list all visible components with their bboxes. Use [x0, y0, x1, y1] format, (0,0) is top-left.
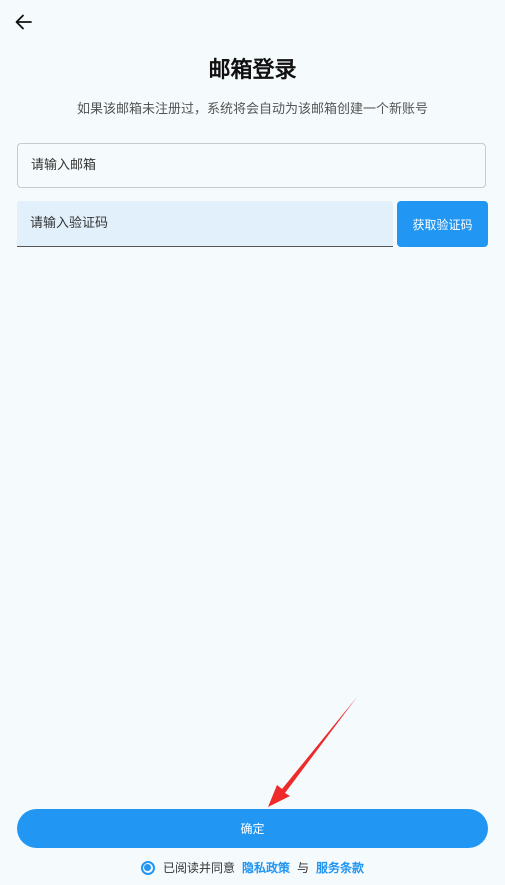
agreement-row: 已阅读并同意 隐私政策 与 服务条款 — [0, 859, 505, 876]
verification-code-input[interactable] — [17, 201, 393, 247]
terms-of-service-link[interactable]: 服务条款 — [316, 859, 364, 876]
annotation-arrow-shape — [268, 697, 357, 807]
get-code-button[interactable]: 获取验证码 — [397, 201, 488, 247]
agreement-text: 已阅读并同意 — [162, 861, 235, 875]
page-subtitle: 如果该邮箱未注册过，系统将会自动为该邮箱创建一个新账号 — [76, 102, 428, 117]
page-title: 邮箱登录 — [208, 58, 297, 83]
email-input[interactable] — [17, 143, 486, 188]
arrow-left-icon — [15, 14, 32, 30]
agreement-radio[interactable] — [140, 860, 155, 875]
confirm-button[interactable]: 确定 — [17, 809, 488, 848]
annotation-arrow — [268, 697, 357, 807]
back-button[interactable] — [10, 8, 38, 36]
privacy-policy-link[interactable]: 隐私政策 — [242, 859, 290, 876]
agreement-conjunction: 与 — [297, 861, 310, 875]
radio-checked-dot — [144, 864, 152, 871]
email-login-page: 邮箱登录 如果该邮箱未注册过，系统将会自动为该邮箱创建一个新账号 获取验证码 确… — [0, 0, 505, 885]
